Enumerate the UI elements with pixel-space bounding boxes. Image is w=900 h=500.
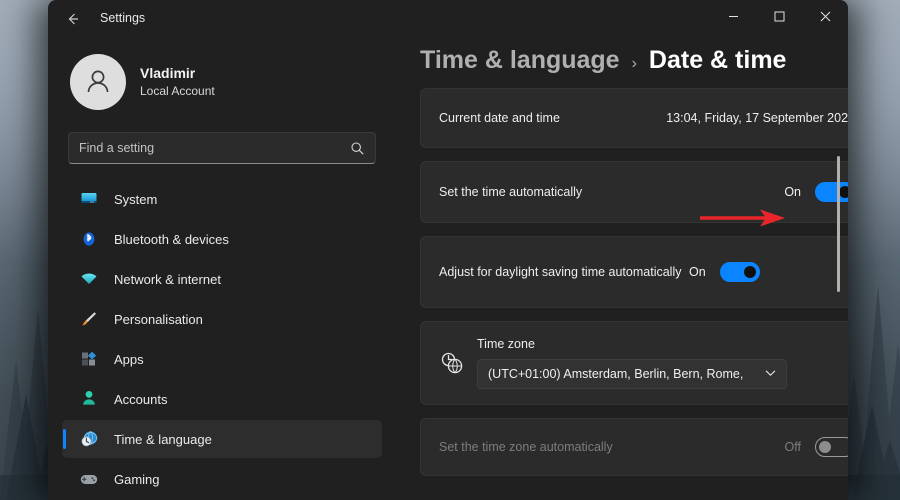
- title-bar: Settings: [48, 0, 848, 36]
- daylight-saving-state: On: [689, 265, 706, 279]
- sidebar-item-network-internet[interactable]: Network & internet: [62, 260, 382, 298]
- sidebar-item-time-language[interactable]: Time & language: [62, 420, 382, 458]
- person-avatar-icon: [81, 65, 115, 99]
- search-container: [68, 132, 376, 164]
- person-icon: [78, 388, 100, 410]
- current-date-time-value: 13:04, Friday, 17 September 2021: [666, 111, 848, 125]
- sidebar-item-system[interactable]: System: [62, 180, 382, 218]
- back-button[interactable]: [60, 6, 86, 32]
- bluetooth-icon: [78, 228, 100, 250]
- window-controls: [710, 0, 848, 33]
- content-pane: Time & language › Date & time Current da…: [396, 36, 848, 500]
- sidebar-item-label: Gaming: [114, 472, 160, 487]
- search-icon[interactable]: [350, 141, 365, 156]
- close-icon: [820, 11, 831, 22]
- sidebar-item-accounts[interactable]: Accounts: [62, 380, 382, 418]
- maximize-icon: [774, 11, 785, 22]
- time-zone-dropdown[interactable]: (UTC+01:00) Amsterdam, Berlin, Bern, Rom…: [477, 359, 787, 389]
- content-scrollbar[interactable]: [833, 82, 845, 494]
- set-time-automatically-row[interactable]: Set the time automatically On: [420, 161, 848, 223]
- account-subtitle: Local Account: [140, 83, 215, 99]
- sidebar-item-label: Time & language: [114, 432, 212, 447]
- sidebar-item-personalisation[interactable]: Personalisation: [62, 300, 382, 338]
- sidebar-item-label: Apps: [114, 352, 144, 367]
- current-date-time-row: Current date and time 13:04, Friday, 17 …: [420, 88, 848, 148]
- back-arrow-icon: [65, 11, 81, 27]
- clock-globe-outline-icon: [439, 350, 465, 376]
- search-box[interactable]: [68, 132, 376, 164]
- set-time-automatically-label: Set the time automatically: [439, 183, 784, 202]
- clock-globe-icon: [78, 428, 100, 450]
- set-timezone-automatically-row: Set the time zone automatically Off: [420, 418, 848, 476]
- avatar: [70, 54, 126, 110]
- breadcrumb: Time & language › Date & time: [420, 46, 848, 75]
- daylight-saving-label: Adjust for daylight saving time automati…: [439, 263, 689, 282]
- sidebar-item-bluetooth-devices[interactable]: Bluetooth & devices: [62, 220, 382, 258]
- sidebar-item-label: Bluetooth & devices: [114, 232, 229, 247]
- minimize-button[interactable]: [710, 0, 756, 33]
- scrollbar-thumb[interactable]: [837, 156, 840, 292]
- window-title: Settings: [100, 0, 145, 36]
- sidebar: Vladimir Local Account: [48, 36, 396, 500]
- settings-window: Settings: [48, 0, 848, 500]
- sidebar-item-apps[interactable]: Apps: [62, 340, 382, 378]
- time-zone-value: (UTC+01:00) Amsterdam, Berlin, Bern, Rom…: [488, 367, 765, 381]
- breadcrumb-parent[interactable]: Time & language: [420, 46, 620, 75]
- daylight-saving-row[interactable]: Adjust for daylight saving time automati…: [420, 236, 848, 308]
- page-title: Date & time: [649, 46, 787, 75]
- apps-grid-icon: [78, 348, 100, 370]
- sidebar-item-label: Personalisation: [114, 312, 203, 327]
- time-zone-row: Time zone (UTC+01:00) Amsterdam, Berlin,…: [420, 321, 848, 405]
- sidebar-item-label: System: [114, 192, 157, 207]
- maximize-button[interactable]: [756, 0, 802, 33]
- toggle-knob: [744, 266, 756, 278]
- paintbrush-icon: [78, 308, 100, 330]
- sidebar-item-label: Network & internet: [114, 272, 221, 287]
- chevron-down-icon: [765, 369, 776, 380]
- sidebar-nav: System Bluetooth & devices: [60, 180, 384, 498]
- monitor-icon: [78, 188, 100, 210]
- gamepad-icon: [78, 468, 100, 490]
- chevron-right-icon: ›: [632, 55, 637, 73]
- close-button[interactable]: [802, 0, 848, 33]
- sidebar-item-gaming[interactable]: Gaming: [62, 460, 382, 498]
- sidebar-item-label: Accounts: [114, 392, 167, 407]
- daylight-saving-toggle[interactable]: [720, 262, 760, 282]
- set-time-automatically-state: On: [784, 185, 801, 199]
- account-summary[interactable]: Vladimir Local Account: [60, 36, 384, 110]
- minimize-icon: [728, 11, 739, 22]
- set-timezone-automatically-state: Off: [785, 440, 801, 454]
- wifi-icon: [78, 268, 100, 290]
- account-name: Vladimir: [140, 64, 215, 83]
- toggle-knob: [819, 441, 831, 453]
- set-timezone-automatically-label: Set the time zone automatically: [439, 438, 785, 457]
- search-input[interactable]: [79, 141, 350, 155]
- time-zone-title: Time zone: [477, 337, 848, 351]
- current-date-time-label: Current date and time: [439, 109, 666, 128]
